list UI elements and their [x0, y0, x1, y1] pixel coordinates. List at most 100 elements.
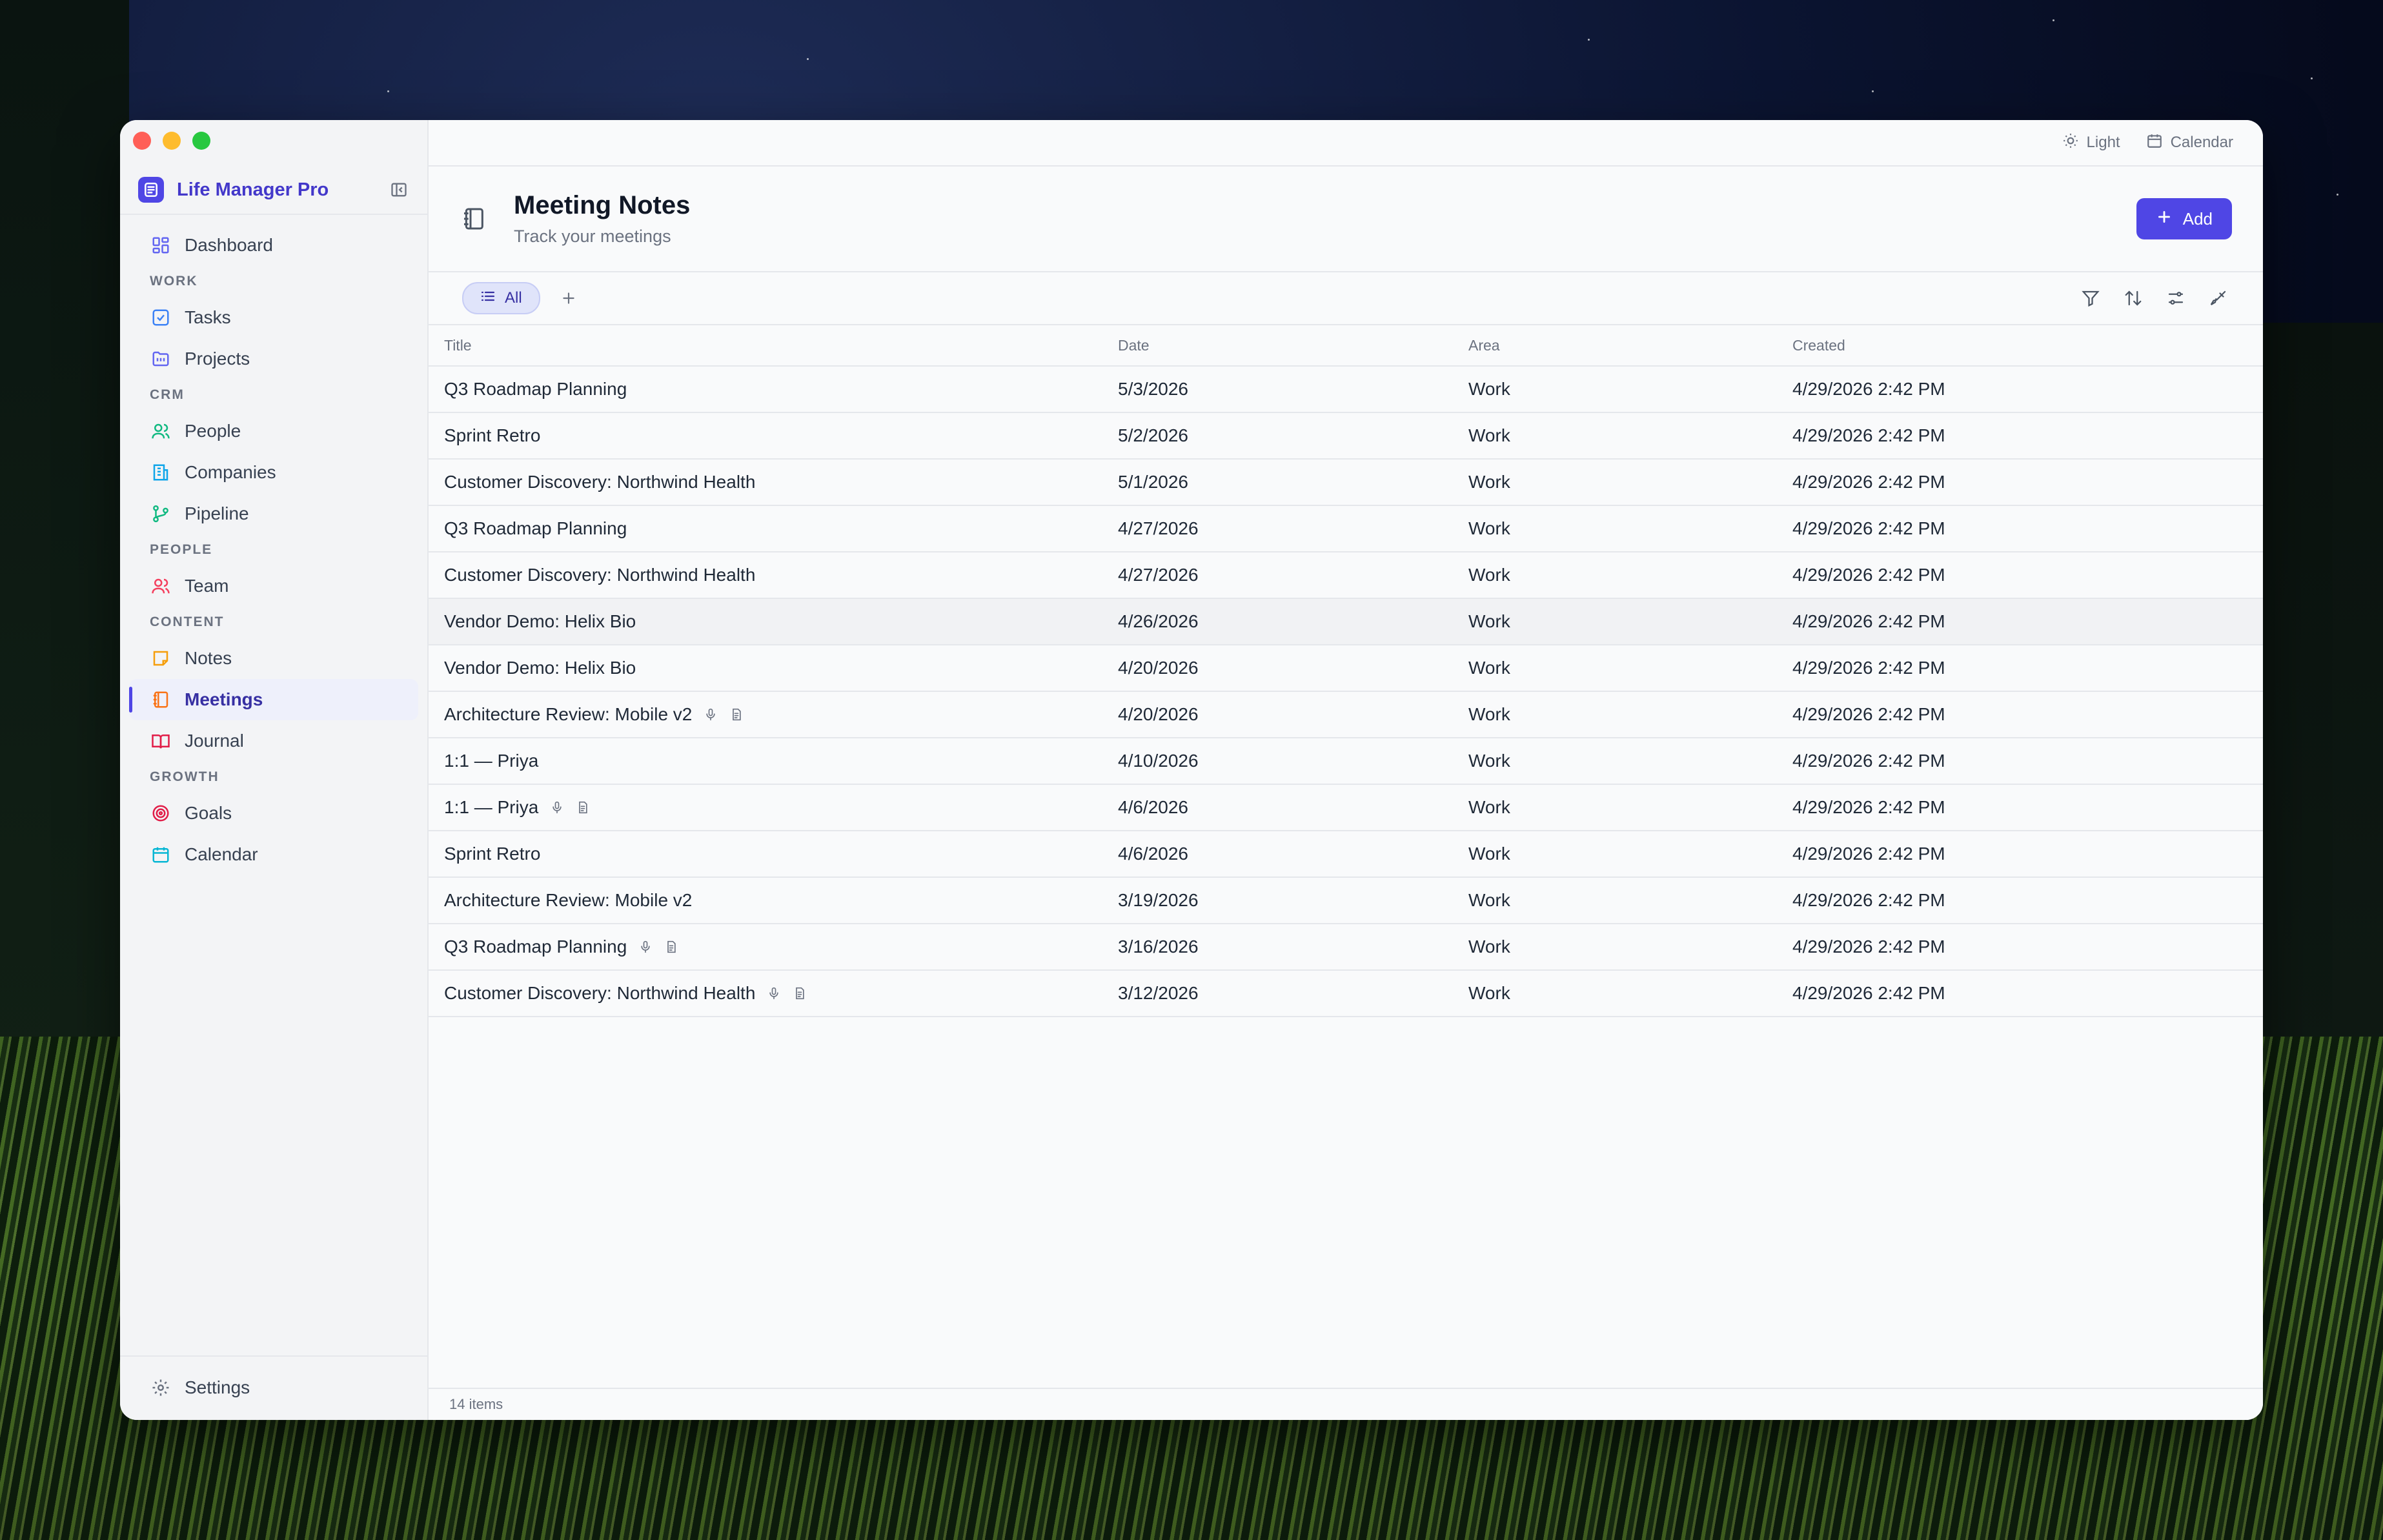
- section-heading-crm: CRM: [150, 387, 185, 402]
- meeting-title: Architecture Review: Mobile v2: [444, 704, 693, 724]
- title-wrapper: Q3 Roadmap Planning: [444, 937, 1118, 957]
- table-row[interactable]: Customer Discovery: Northwind Health 4/27…: [429, 552, 2263, 599]
- table-row[interactable]: Vendor Demo: Helix Bio 4/20/2026 Work 4/29/…: [429, 645, 2263, 692]
- close-window-button[interactable]: [133, 132, 151, 150]
- header-text: Meeting Notes Track your meetings: [514, 191, 2136, 247]
- cell-date: 3/16/2026: [1118, 924, 1468, 971]
- sidebar-item-dashboard[interactable]: Dashboard: [129, 225, 418, 266]
- calendar-label: Calendar: [2170, 134, 2233, 151]
- column-header-created[interactable]: Created: [1792, 325, 2263, 367]
- theme-label: Light: [2086, 134, 2120, 151]
- sidebar-item-label: Projects: [185, 349, 250, 369]
- attachment-icons: [767, 985, 807, 1002]
- zoom-window-button[interactable]: [192, 132, 210, 150]
- collapse-sidebar-icon[interactable]: [389, 179, 409, 200]
- theme-toggle-button[interactable]: Light: [2062, 132, 2120, 154]
- book-open-icon: [150, 730, 172, 752]
- table-row[interactable]: Sprint Retro 5/2/2026 Work 4/29/2026 2:42 P…: [429, 412, 2263, 460]
- sidebar-item-pipeline[interactable]: Pipeline: [129, 493, 418, 534]
- sort-icon[interactable]: [2122, 287, 2144, 309]
- table-row[interactable]: Architecture Review: Mobile v2 4/20/2026 W…: [429, 691, 2263, 738]
- cell-title: Architecture Review: Mobile v2: [429, 877, 1118, 924]
- cell-title: Architecture Review: Mobile v2: [429, 691, 1118, 738]
- attachment-icons: [638, 938, 678, 955]
- settings-sliders-icon[interactable]: [2165, 287, 2187, 309]
- sidebar-item-people[interactable]: People: [129, 410, 418, 452]
- microphone-icon: [550, 799, 564, 816]
- sidebar-item-companies[interactable]: Companies: [129, 452, 418, 493]
- gear-icon: [150, 1377, 172, 1399]
- sidebar-item-calendar[interactable]: Calendar: [129, 834, 418, 875]
- cell-created: 4/29/2026 2:42 PM: [1792, 366, 2263, 413]
- table-row[interactable]: Customer Discovery: Northwind Health 3/12…: [429, 970, 2263, 1017]
- cell-created: 4/29/2026 2:42 PM: [1792, 924, 2263, 971]
- cell-created: 4/29/2026 2:42 PM: [1792, 970, 2263, 1017]
- table-row[interactable]: 1:1 — Priya 4/6/2026 Work 4/29/2026 2:42 PM: [429, 784, 2263, 831]
- table-row[interactable]: Customer Discovery: Northwind Health 5/1/…: [429, 459, 2263, 506]
- window-controls: [133, 132, 210, 150]
- sidebar-item-label: Dashboard: [185, 235, 273, 255]
- minimize-window-button[interactable]: [163, 132, 181, 150]
- table-body: Q3 Roadmap Planning 5/3/2026 Work 4/29/2026…: [429, 366, 2263, 1017]
- sidebar-item-label: Pipeline: [185, 503, 249, 523]
- add-view-icon[interactable]: [557, 287, 580, 310]
- sidebar-item-journal[interactable]: Journal: [129, 720, 418, 762]
- document-icon: [664, 938, 678, 955]
- meetings-table: Title Date Area Created Q3 Roadmap Plann…: [429, 325, 2263, 1017]
- view-tools: [2080, 287, 2229, 309]
- table-row[interactable]: Architecture Review: Mobile v2 3/19/2026 W…: [429, 877, 2263, 924]
- list-icon: [480, 289, 496, 309]
- sidebar-item-goals[interactable]: Goals: [129, 793, 418, 834]
- sidebar-item-team[interactable]: Team: [129, 565, 418, 607]
- app-logo-icon: [138, 177, 164, 203]
- filter-icon[interactable]: [2080, 287, 2102, 309]
- add-button[interactable]: Add: [2136, 198, 2232, 239]
- meeting-title: Vendor Demo: Helix Bio: [444, 611, 636, 631]
- column-header-title[interactable]: Title: [429, 325, 1118, 367]
- table-header-row: Title Date Area Created: [429, 325, 2263, 367]
- cell-area: Work: [1468, 505, 1792, 552]
- sidebar: Life Manager Pro Dashboard WORK Tasks Pr…: [120, 120, 429, 1420]
- top-bar: Light Calendar: [429, 120, 2263, 167]
- sidebar-item-meetings[interactable]: Meetings: [129, 679, 418, 720]
- cell-area: Work: [1468, 691, 1792, 738]
- sidebar-item-label: Tasks: [185, 307, 231, 327]
- meeting-title: Sprint Retro: [444, 844, 541, 864]
- cell-title: Sprint Retro: [429, 831, 1118, 878]
- cell-area: Work: [1468, 877, 1792, 924]
- sidebar-item-tasks[interactable]: Tasks: [129, 297, 418, 338]
- cell-date: 5/3/2026: [1118, 366, 1468, 413]
- calendar-icon: [2146, 132, 2163, 154]
- brush-icon[interactable]: [2207, 287, 2229, 309]
- cell-date: 4/26/2026: [1118, 598, 1468, 645]
- target-icon: [150, 802, 172, 824]
- cell-area: Work: [1468, 738, 1792, 785]
- cell-date: 4/27/2026: [1118, 552, 1468, 599]
- sidebar-item-label: Settings: [185, 1377, 250, 1397]
- table-row[interactable]: Vendor Demo: Helix Bio 4/26/2026 Work 4/29/…: [429, 598, 2263, 645]
- cell-created: 4/29/2026 2:42 PM: [1792, 784, 2263, 831]
- meeting-title: 1:1 — Priya: [444, 797, 539, 817]
- divider: [120, 214, 427, 215]
- table-row[interactable]: Q3 Roadmap Planning 4/27/2026 Work 4/29/202…: [429, 505, 2263, 552]
- table-row[interactable]: 1:1 — Priya 4/10/2026 Work 4/29/2026 2:42 P…: [429, 738, 2263, 785]
- title-wrapper: 1:1 — Priya: [444, 797, 1118, 818]
- view-tab-all[interactable]: All: [462, 282, 540, 314]
- title-wrapper: Vendor Demo: Helix Bio: [444, 658, 1118, 678]
- column-header-area[interactable]: Area: [1468, 325, 1792, 367]
- sidebar-item-projects[interactable]: Projects: [129, 338, 418, 380]
- table-row[interactable]: Sprint Retro 4/6/2026 Work 4/29/2026 2:42 P…: [429, 831, 2263, 878]
- app-name: Life Manager Pro: [177, 179, 329, 200]
- plus-icon: [2156, 208, 2173, 230]
- sidebar-item-settings[interactable]: Settings: [129, 1367, 418, 1408]
- sidebar-item-notes[interactable]: Notes: [129, 638, 418, 679]
- cell-date: 5/2/2026: [1118, 412, 1468, 460]
- column-header-date[interactable]: Date: [1118, 325, 1468, 367]
- calendar-button[interactable]: Calendar: [2146, 132, 2233, 154]
- title-wrapper: Sprint Retro: [444, 844, 1118, 864]
- settings-section: Settings: [129, 1367, 418, 1408]
- title-wrapper: Customer Discovery: Northwind Health: [444, 983, 1118, 1004]
- cell-created: 4/29/2026 2:42 PM: [1792, 412, 2263, 460]
- table-row[interactable]: Q3 Roadmap Planning 5/3/2026 Work 4/29/2026…: [429, 366, 2263, 413]
- table-row[interactable]: Q3 Roadmap Planning 3/16/2026 Work 4/29/202…: [429, 924, 2263, 971]
